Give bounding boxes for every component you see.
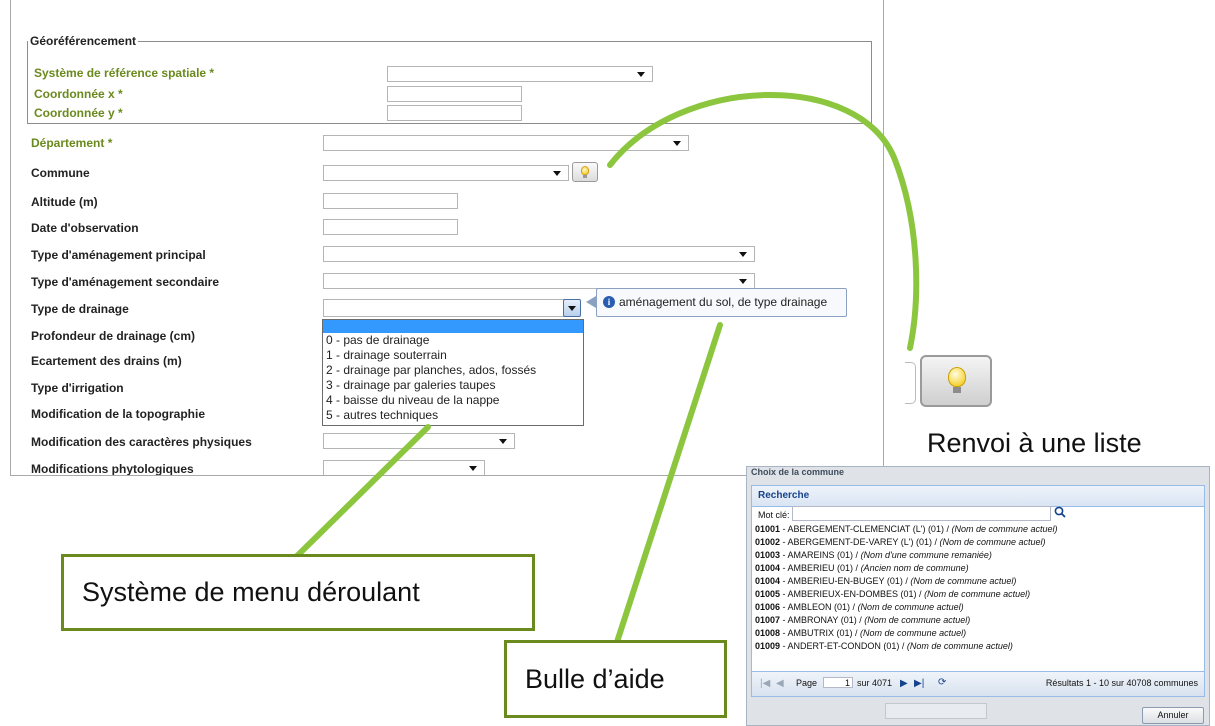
commune-code: 01006 [755, 602, 781, 612]
keyword-label: Mot clé: [758, 510, 790, 520]
caption-menu: Système de menu déroulant [82, 577, 420, 607]
first-page-icon[interactable]: |◀ [760, 678, 770, 689]
cancel-button[interactable]: Annuler [1142, 707, 1204, 724]
commune-code: 01008 [755, 628, 781, 638]
list-item[interactable]: 01004 - AMBERIEU-EN-BUGEY (01) / (Nom de… [755, 575, 1205, 588]
panel-title: Recherche [752, 486, 1204, 507]
keyword-input[interactable] [792, 506, 1051, 521]
commune-name: - AMBLEON (01) / [780, 602, 858, 612]
list-item[interactable]: 01008 - AMBUTRIX (01) / (Nom de commune … [755, 627, 1205, 640]
commune-note: (Nom d'une commune remaniée) [860, 550, 992, 560]
commune-code: 01007 [755, 615, 781, 625]
commune-code: 01001 [755, 524, 781, 534]
commune-note: (Nom de commune actuel) [939, 537, 1046, 547]
caption-bulle: Bulle d’aide [525, 664, 665, 694]
commune-note: (Nom de commune actuel) [857, 602, 964, 612]
commune-note: (Nom de commune actuel) [951, 524, 1058, 534]
commune-name: - AMBERIEU-EN-BUGEY (01) / [780, 576, 911, 586]
callout-line-renvoi [607, 92, 920, 351]
commune-name: - ABERGEMENT-DE-VAREY (L') (01) / [780, 537, 940, 547]
search-icon[interactable] [1053, 505, 1067, 519]
paging-toolbar: |◀ ◀ Page 1 sur 4071 ▶ ▶| ⟳ Résultats 1 … [752, 671, 1204, 696]
commune-note: (Ancien nom de commune) [860, 563, 969, 573]
commune-code: 01004 [755, 563, 781, 573]
commune-name: - AMAREINS (01) / [780, 550, 861, 560]
commune-list: 01001 - ABERGEMENT-CLEMENCIAT (L') (01) … [755, 523, 1205, 653]
refresh-icon[interactable]: ⟳ [938, 677, 946, 688]
disabled-field [885, 703, 987, 719]
commune-note: (Nom de commune actuel) [864, 615, 971, 625]
last-page-icon[interactable]: ▶| [914, 678, 924, 689]
list-item[interactable]: 01009 - ANDERT-ET-CONDON (01) / (Nom de … [755, 640, 1205, 653]
commune-code: 01005 [755, 589, 781, 599]
list-item[interactable]: 01005 - AMBERIEUX-EN-DOMBES (01) / (Nom … [755, 588, 1205, 601]
commune-name: - AMBUTRIX (01) / [780, 628, 861, 638]
caption-renvoi: Renvoi à une liste [927, 428, 1142, 458]
page-label: Page [796, 678, 818, 688]
commune-note: (Nom de commune actuel) [860, 628, 967, 638]
list-item[interactable]: 01006 - AMBLEON (01) / (Nom de commune a… [755, 601, 1205, 614]
window-title: Choix de la commune [751, 467, 845, 477]
list-item[interactable]: 01003 - AMAREINS (01) / (Nom d'une commu… [755, 549, 1205, 562]
callout-line-bulle [614, 322, 723, 645]
commune-code: 01002 [755, 537, 781, 547]
search-panel: Recherche Mot clé: 01001 - ABERGEMENT-CL… [751, 485, 1205, 697]
caption-box-menu: Système de menu déroulant [61, 554, 535, 631]
commune-name: - AMBRONAY (01) / [780, 615, 865, 625]
page-of-label: sur 4071 [857, 678, 893, 688]
list-item[interactable]: 01002 - ABERGEMENT-DE-VAREY (L') (01) / … [755, 536, 1205, 549]
list-item[interactable]: 01001 - ABERGEMENT-CLEMENCIAT (L') (01) … [755, 523, 1205, 536]
next-page-icon[interactable]: ▶ [900, 678, 908, 689]
commune-note: (Nom de commune actuel) [906, 641, 1013, 651]
commune-window: Choix de la commune Recherche Mot clé: 0… [746, 466, 1210, 726]
caption-box-bulle: Bulle d’aide [504, 640, 727, 718]
list-item[interactable]: 01007 - AMBRONAY (01) / (Nom de commune … [755, 614, 1205, 627]
commune-code: 01009 [755, 641, 781, 651]
list-item[interactable]: 01004 - AMBERIEU (01) / (Ancien nom de c… [755, 562, 1205, 575]
results-count: Résultats 1 - 10 sur 40708 communes [1045, 678, 1198, 688]
prev-page-icon[interactable]: ◀ [776, 678, 784, 689]
commune-note: (Nom de commune actuel) [924, 589, 1031, 599]
commune-name: - ANDERT-ET-CONDON (01) / [780, 641, 907, 651]
page-input[interactable]: 1 [823, 677, 853, 688]
commune-code: 01003 [755, 550, 781, 560]
callout-line-menu [294, 424, 431, 559]
commune-name: - AMBERIEUX-EN-DOMBES (01) / [780, 589, 925, 599]
commune-name: - AMBERIEU (01) / [780, 563, 861, 573]
commune-code: 01004 [755, 576, 781, 586]
commune-note: (Nom de commune actuel) [910, 576, 1017, 586]
commune-name: - ABERGEMENT-CLEMENCIAT (L') (01) / [780, 524, 952, 534]
